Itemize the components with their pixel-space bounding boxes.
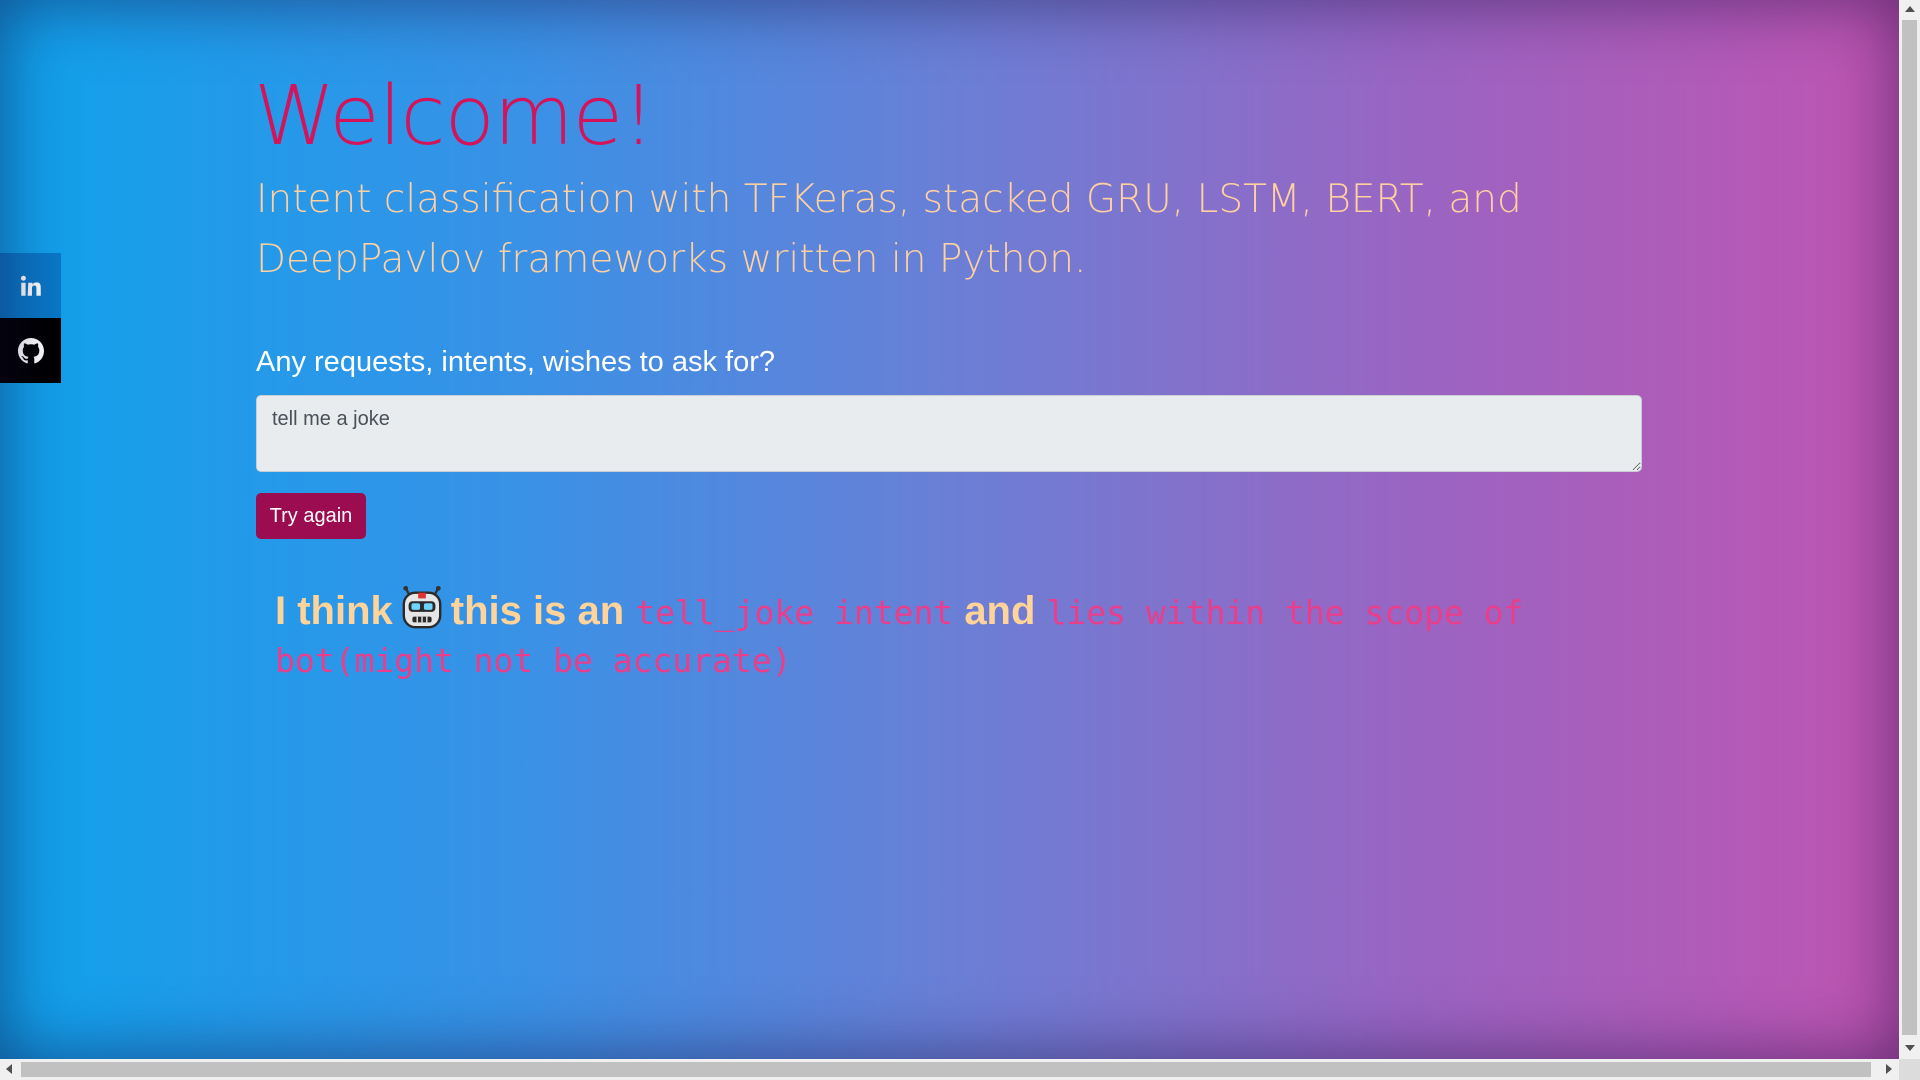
page-title: Welcome! — [254, 69, 655, 164]
linkedin-icon — [20, 275, 41, 296]
result-conj: and — [964, 589, 1036, 633]
scroll-right-arrow-icon[interactable] — [1886, 1064, 1892, 1074]
query-textarea[interactable]: tell me a joke — [256, 395, 1642, 472]
github-icon — [17, 337, 44, 363]
try-again-button[interactable]: Try again — [256, 493, 366, 539]
page-background: Welcome! Intent classification with TFKe… — [0, 0, 1899, 1059]
page-subtitle: Intent classification with TFKeras, stac… — [256, 177, 1522, 282]
scroll-left-arrow-icon[interactable] — [6, 1064, 12, 1074]
robot-face-icon — [402, 585, 442, 629]
query-label: Any requests, intents, wishes to ask for… — [256, 346, 776, 378]
prediction-result: I think this is an tell_joke intent and … — [275, 585, 1575, 684]
vertical-scrollbar-thumb[interactable] — [1902, 20, 1917, 1035]
scroll-down-arrow-icon[interactable] — [1905, 1045, 1915, 1051]
horizontal-scrollbar[interactable] — [0, 1059, 1899, 1080]
scrollbar-corner — [1899, 1059, 1920, 1080]
linkedin-link[interactable] — [0, 253, 61, 318]
vertical-scrollbar[interactable] — [1899, 0, 1920, 1059]
result-prefix: I think — [275, 589, 393, 633]
horizontal-scrollbar-thumb[interactable] — [21, 1062, 1871, 1077]
social-links — [0, 253, 61, 383]
result-mid: this is an — [450, 589, 625, 633]
scroll-up-arrow-icon[interactable] — [1905, 6, 1915, 12]
github-link[interactable] — [0, 318, 61, 383]
intent-label: tell_joke intent — [635, 593, 954, 632]
